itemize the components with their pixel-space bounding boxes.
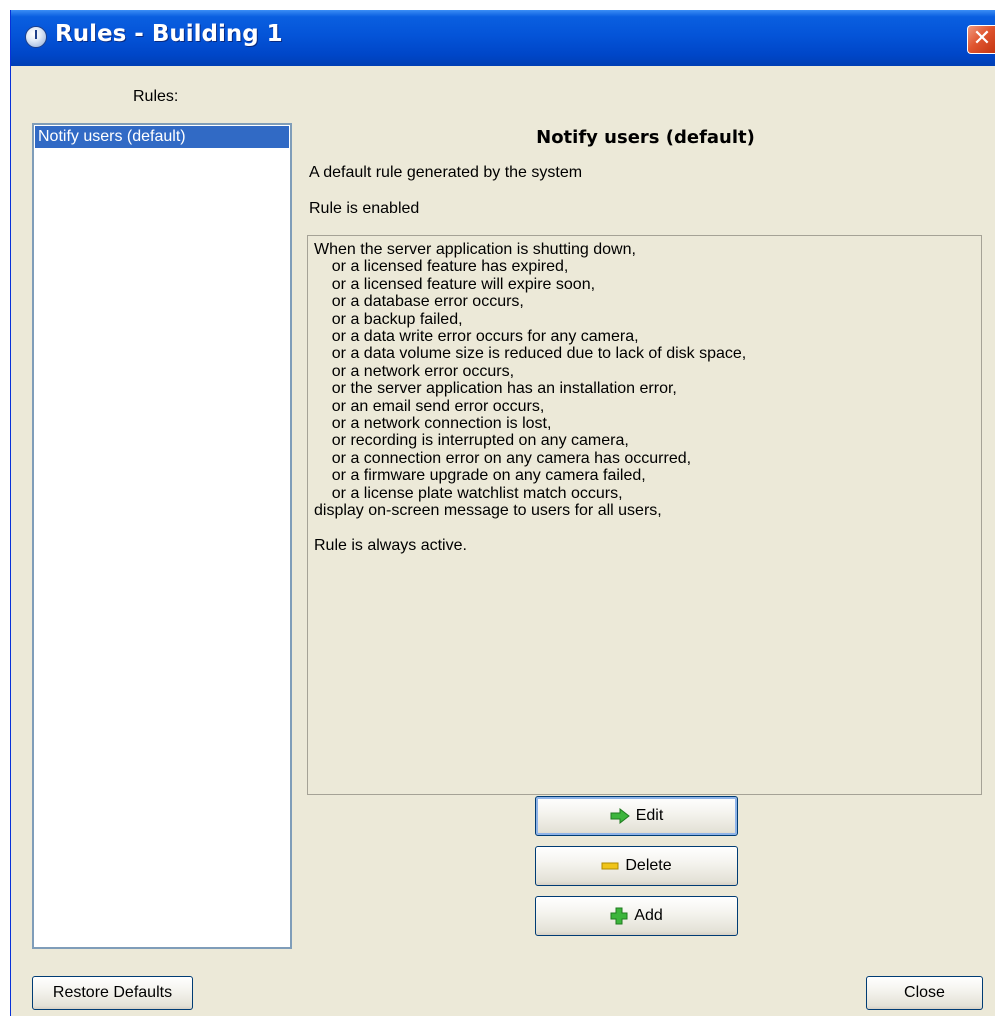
rules-list-label: Rules: [133,88,179,105]
add-button-label: Add [634,907,663,924]
window-title: Rules - Building 1 [55,21,283,47]
plus-icon [610,907,628,925]
restore-defaults-button[interactable]: Restore Defaults [32,976,193,1010]
title-bar[interactable]: Rules - Building 1 ✕ [11,10,995,66]
app-icon [25,26,47,48]
edit-button[interactable]: Edit [535,796,738,836]
rule-description: A default rule generated by the system [309,164,583,181]
list-item-notify-users[interactable]: Notify users (default) [35,126,289,148]
rule-status: Rule is enabled [309,200,420,217]
rule-title: Notify users (default) [536,127,755,148]
add-button[interactable]: Add [535,896,738,936]
minus-icon [601,861,619,871]
delete-button[interactable]: Delete [535,846,738,886]
rules-list[interactable]: Notify users (default) [32,123,292,949]
close-button[interactable]: Close [866,976,983,1010]
window-close-button[interactable]: ✕ [967,25,995,54]
rule-definition-text: When the server application is shutting … [307,235,982,795]
edit-button-label: Edit [635,807,664,824]
rules-dialog: Rules - Building 1 ✕ Rules: Notify users… [10,10,995,1016]
arrow-right-icon [610,808,630,824]
delete-button-label: Delete [625,857,672,874]
